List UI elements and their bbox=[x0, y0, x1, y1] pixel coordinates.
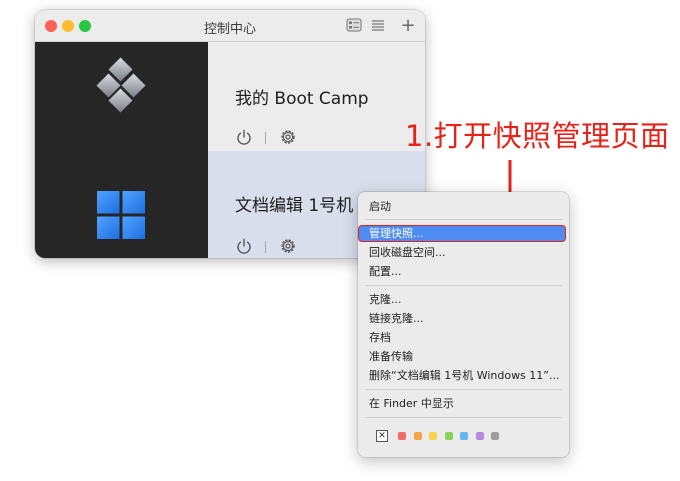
vm-thumbnail bbox=[35, 42, 208, 157]
add-vm-button[interactable]: + bbox=[399, 17, 417, 35]
context-menu: 启动 管理快照... 回收磁盘空间... 配置... 克隆... 链接克隆...… bbox=[358, 192, 569, 457]
vm-controls bbox=[235, 237, 305, 257]
vm-controls bbox=[235, 128, 305, 148]
windows-logo-icon bbox=[97, 191, 145, 239]
control-divider bbox=[265, 132, 266, 144]
color-tag[interactable] bbox=[491, 432, 499, 440]
menu-separator bbox=[365, 219, 562, 220]
vm-item-bootcamp[interactable]: 我的 Boot Camp bbox=[35, 42, 425, 157]
bootcamp-logo-icon bbox=[96, 57, 146, 113]
menu-item-clone[interactable]: 克隆... bbox=[369, 293, 402, 307]
vm-name: 我的 Boot Camp bbox=[235, 89, 369, 109]
menu-item-show-in-finder[interactable]: 在 Finder 中显示 bbox=[369, 397, 454, 411]
menu-separator bbox=[365, 285, 562, 286]
menu-item-manage-snapshots[interactable]: 管理快照... bbox=[369, 227, 424, 241]
menu-item-delete[interactable]: 删除“文档编辑 1号机 Windows 11”... bbox=[369, 369, 559, 383]
power-icon[interactable] bbox=[235, 237, 253, 255]
color-tag[interactable] bbox=[444, 432, 453, 440]
color-tag[interactable] bbox=[398, 432, 406, 440]
window-title: 控制中心 bbox=[203, 22, 256, 37]
menu-item-configure[interactable]: 配置... bbox=[369, 265, 402, 279]
tag-none-icon[interactable]: ✕ bbox=[376, 430, 388, 442]
control-divider bbox=[265, 241, 266, 253]
menu-item-prepare-transfer[interactable]: 准备传输 bbox=[369, 350, 413, 364]
vm-info-panel: 我的 Boot Camp bbox=[208, 42, 425, 157]
power-icon[interactable] bbox=[235, 128, 253, 146]
color-tag[interactable] bbox=[413, 432, 422, 440]
gear-icon[interactable] bbox=[279, 128, 297, 146]
gear-icon[interactable] bbox=[279, 237, 297, 255]
menu-item-reclaim-disk[interactable]: 回收磁盘空间... bbox=[369, 246, 446, 260]
menu-item-start[interactable]: 启动 bbox=[369, 200, 391, 214]
vm-thumbnail bbox=[35, 151, 208, 258]
menu-item-linked-clone[interactable]: 链接克隆... bbox=[369, 312, 424, 326]
menu-item-archive[interactable]: 存档 bbox=[369, 331, 391, 345]
menu-separator bbox=[365, 417, 562, 418]
color-tag[interactable] bbox=[429, 432, 437, 440]
list-view-icon[interactable] bbox=[369, 17, 387, 35]
menu-separator bbox=[365, 389, 562, 390]
annotation-label: 1.打开快照管理页面 bbox=[405, 119, 670, 153]
color-tag[interactable] bbox=[460, 432, 468, 440]
color-tag[interactable] bbox=[475, 432, 484, 440]
title-bar: 控制中心 + bbox=[35, 10, 425, 42]
thumbnail-view-icon[interactable] bbox=[345, 17, 363, 35]
